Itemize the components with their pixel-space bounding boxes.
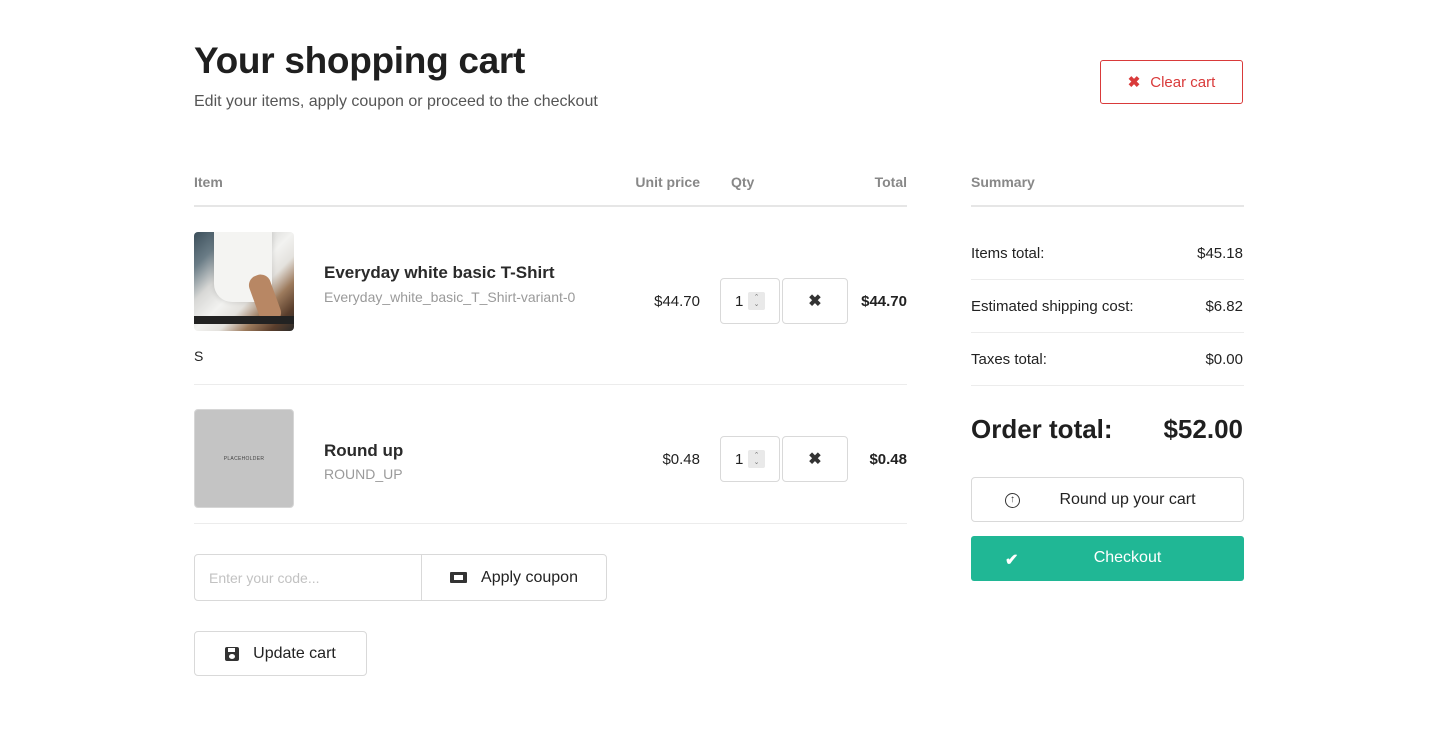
summary-row-divider (971, 332, 1244, 333)
product-image-placeholder[interactable]: PLACEHOLDER (194, 409, 294, 508)
close-icon: ✖ (808, 451, 822, 468)
update-cart-button[interactable]: Update cart (194, 631, 367, 676)
round-up-label: Round up your cart (1059, 491, 1196, 508)
item-sku: ROUND_UP (324, 466, 403, 482)
order-total-value: $52.00 (1163, 414, 1243, 444)
summary-items-total-value: $45.18 (1197, 245, 1243, 262)
quantity-value: 1 (735, 450, 744, 468)
quantity-input[interactable]: 1 ⌃ ⌄ (720, 278, 780, 324)
save-icon (225, 646, 240, 661)
summary-row-divider (971, 279, 1244, 280)
summary-row-divider (971, 385, 1244, 386)
quantity-stepper[interactable]: ⌃ ⌄ (748, 450, 765, 468)
summary-taxes-label: Taxes total: (971, 351, 1047, 368)
update-cart-label: Update cart (253, 644, 336, 662)
item-name[interactable]: Everyday white basic T-Shirt (324, 263, 555, 283)
order-total-label: Order total: (971, 414, 1113, 444)
clear-cart-label: Clear cart (1150, 73, 1216, 91)
quantity-stepper[interactable]: ⌃ ⌄ (748, 292, 765, 310)
close-icon: ✖ (1127, 74, 1141, 91)
column-header-item: Item (194, 174, 223, 190)
summary-shipping-label: Estimated shipping cost: (971, 298, 1134, 315)
apply-coupon-button[interactable]: Apply coupon (421, 554, 607, 601)
placeholder-text: PLACEHOLDER (223, 455, 265, 462)
item-unit-price: $0.48 (662, 451, 700, 468)
column-header-qty: Qty (731, 174, 755, 190)
summary-shipping-value: $6.82 (1205, 298, 1243, 315)
item-variant: S (194, 348, 204, 364)
column-header-total: Total (874, 174, 907, 190)
table-header-divider (194, 205, 907, 207)
column-header-unit-price: Unit price (635, 174, 700, 190)
ticket-icon (450, 572, 468, 583)
summary-items-total-label: Items total: (971, 245, 1045, 262)
summary-heading: Summary (971, 174, 1035, 190)
summary-divider (971, 205, 1244, 207)
row-divider (194, 523, 907, 524)
item-line-total: $0.48 (869, 451, 907, 468)
quantity-input[interactable]: 1 ⌃ ⌄ (720, 436, 780, 482)
summary-taxes-value: $0.00 (1205, 351, 1243, 368)
row-divider (194, 384, 907, 385)
apply-coupon-label: Apply coupon (481, 568, 578, 586)
coupon-code-input[interactable] (194, 554, 422, 601)
checkout-button[interactable]: ✔ Checkout (971, 536, 1244, 581)
round-up-button[interactable]: ↑ Round up your cart (971, 477, 1244, 522)
close-icon: ✖ (808, 293, 822, 310)
clear-cart-button[interactable]: ✖ Clear cart (1100, 60, 1243, 104)
checkout-label: Checkout (1093, 549, 1162, 566)
quantity-value: 1 (735, 292, 744, 310)
item-unit-price: $44.70 (654, 293, 700, 310)
item-sku: Everyday_white_basic_T_Shirt-variant-0 (324, 289, 576, 305)
page-subtitle: Edit your items, apply coupon or proceed… (194, 93, 598, 110)
item-line-total: $44.70 (861, 293, 907, 310)
product-image[interactable] (194, 232, 294, 331)
page-title: Your shopping cart (194, 40, 526, 81)
item-name[interactable]: Round up (324, 441, 403, 461)
